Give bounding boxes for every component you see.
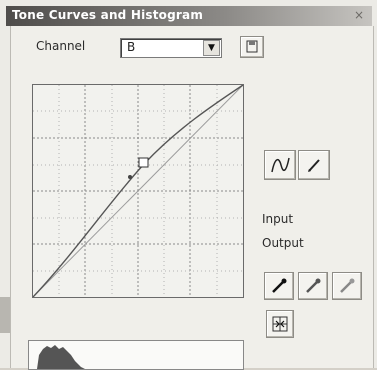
curve-mode-button[interactable] bbox=[264, 150, 296, 180]
black-point-button[interactable] bbox=[264, 272, 294, 300]
close-icon[interactable]: × bbox=[354, 8, 364, 22]
channel-select[interactable]: B ▼ bbox=[120, 38, 222, 58]
white-eyedropper-icon bbox=[340, 278, 355, 293]
save-button[interactable] bbox=[240, 36, 264, 58]
input-label: Input bbox=[262, 212, 294, 226]
save-icon bbox=[246, 40, 258, 53]
output-label: Output bbox=[262, 236, 304, 250]
title-bar[interactable]: Tone Curves and Histogram × bbox=[6, 6, 372, 26]
window-title: Tone Curves and Histogram bbox=[12, 8, 204, 22]
pencil-tool-icon bbox=[308, 159, 320, 172]
gray-point-button[interactable] bbox=[298, 272, 328, 300]
curve-anchor-dot[interactable] bbox=[128, 175, 132, 179]
chevron-down-icon[interactable]: ▼ bbox=[203, 40, 220, 56]
reset-icon bbox=[272, 316, 288, 332]
histogram-graphic bbox=[37, 345, 85, 369]
curve-canvas[interactable] bbox=[33, 85, 243, 297]
black-eyedropper-icon bbox=[272, 278, 287, 293]
curve-tool-icon bbox=[271, 157, 290, 173]
histogram bbox=[28, 340, 244, 370]
pencil-mode-button[interactable] bbox=[298, 150, 330, 180]
curve-control-point[interactable] bbox=[138, 157, 149, 168]
reset-button[interactable] bbox=[266, 310, 294, 338]
channel-label: Channel bbox=[36, 39, 86, 53]
tone-curves-window: Tone Curves and Histogram × Channel B ▼ bbox=[0, 0, 377, 370]
channel-select-value: B bbox=[127, 40, 136, 54]
window-edge-shadow bbox=[0, 297, 10, 333]
tone-curve-graph[interactable] bbox=[32, 84, 244, 298]
gray-eyedropper-icon bbox=[306, 278, 321, 293]
white-point-button[interactable] bbox=[332, 272, 362, 300]
